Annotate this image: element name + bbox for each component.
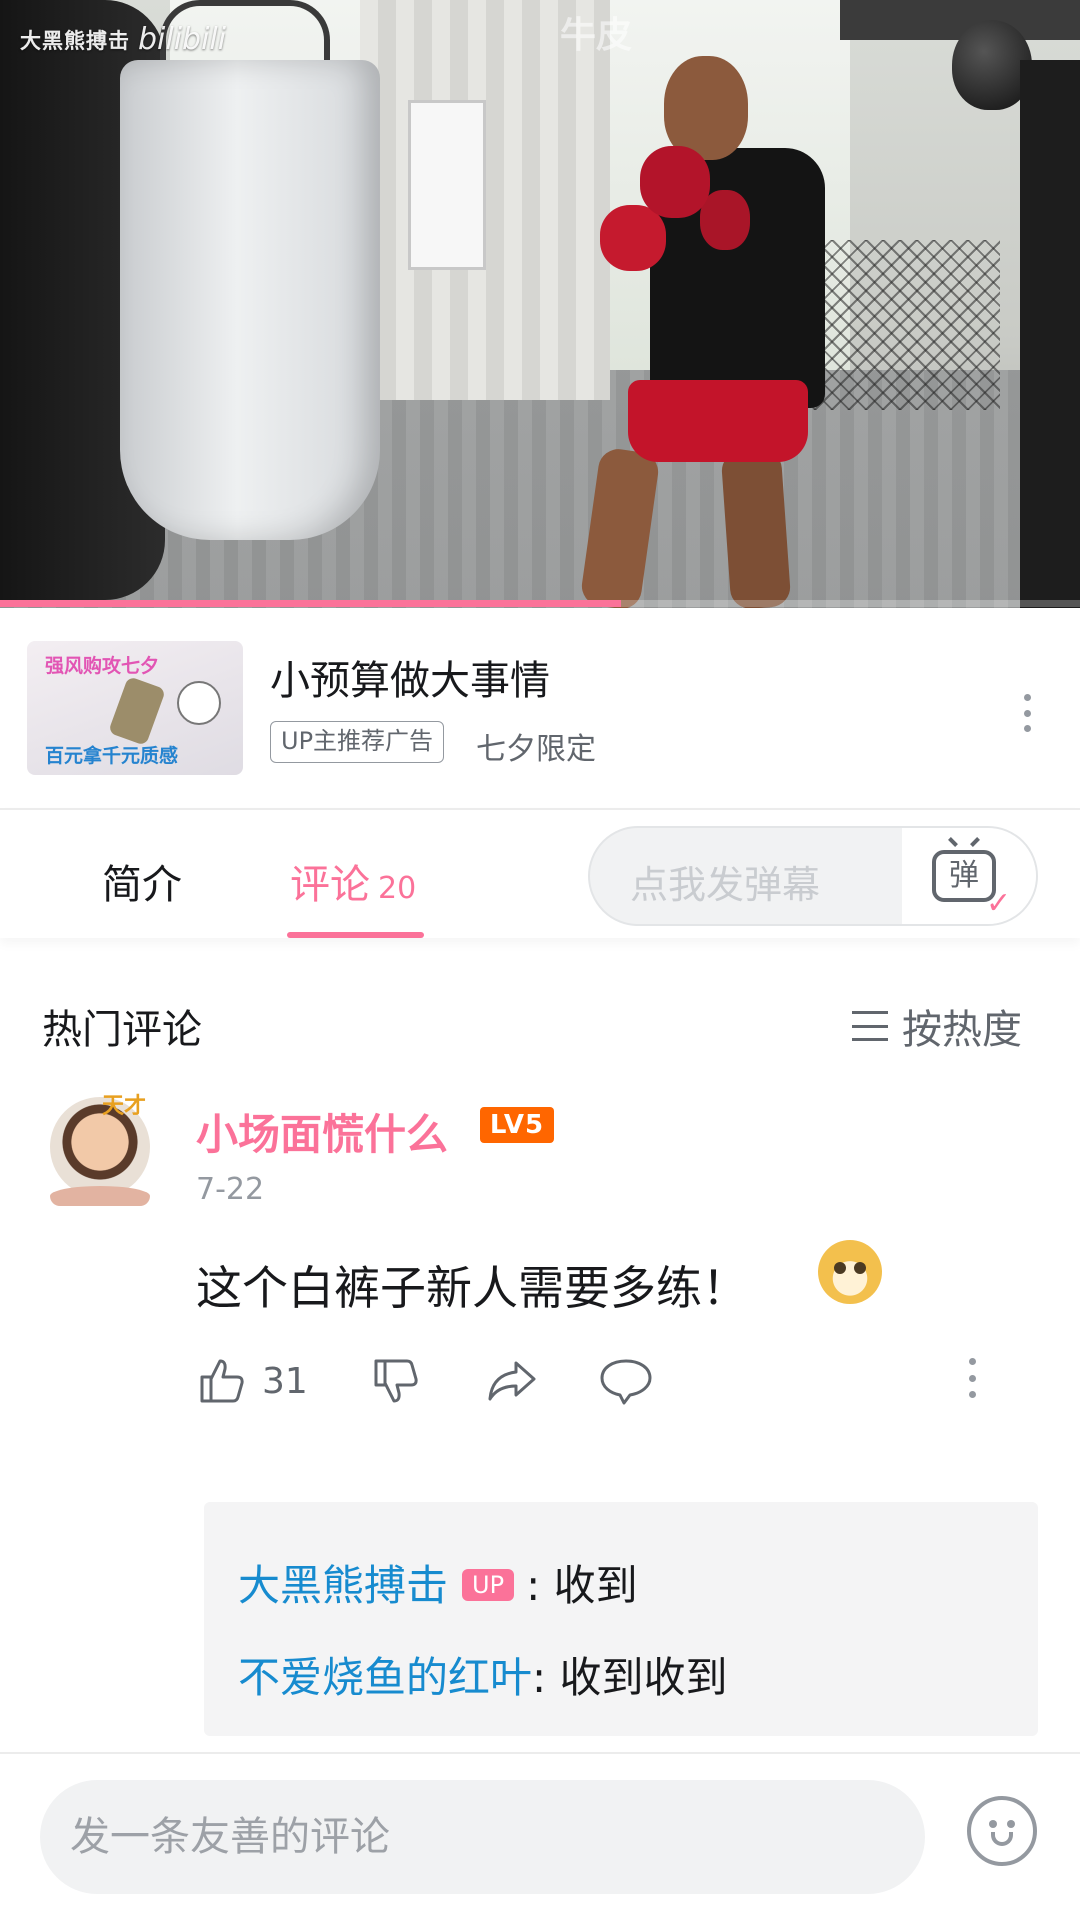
reply-text: : 收到收到 (532, 1653, 728, 1702)
reply-item[interactable]: 不爱烧鱼的红叶: 收到收到 (238, 1644, 728, 1705)
level-badge: LV5 (480, 1107, 554, 1143)
video-fighter-leg-right (720, 448, 792, 608)
like-button[interactable]: 31 (196, 1353, 308, 1409)
share-button[interactable] (484, 1353, 540, 1409)
share-icon (488, 1361, 536, 1401)
danmaku-toggle-button[interactable]: 弹 ✓ (902, 828, 1036, 924)
danmaku-placeholder: 点我发弹幕 (630, 863, 821, 907)
thumbs-up-icon (200, 1359, 244, 1403)
comment-date: 7-22 (196, 1172, 265, 1207)
reply-text: : 收到 (526, 1561, 638, 1610)
bilibili-logo: bilibili (138, 22, 227, 57)
reply-button[interactable] (598, 1353, 654, 1409)
tab-comments[interactable]: 评论 20 (290, 852, 416, 910)
video-heavy-bag (120, 60, 380, 540)
sort-label: 按热度 (902, 1007, 1022, 1053)
more-vertical-icon[interactable] (1012, 688, 1042, 738)
video-pillar (1020, 60, 1080, 608)
doge-emoji-icon (818, 1240, 882, 1304)
tab-active-indicator (287, 932, 424, 938)
ad-thumb-product (107, 675, 167, 747)
watermark-channel: 大黑熊搏击 (20, 28, 130, 53)
tab-comments-label: 评论 (290, 862, 370, 908)
video-whiteboard (408, 100, 486, 270)
ad-thumb-top-text: 强风购攻七夕 (45, 655, 160, 677)
video-fighter-shorts (628, 380, 808, 462)
video-fence (800, 240, 1000, 410)
ad-card[interactable]: 强风购攻七夕 百元拿千元质感 小预算做大事情 UP主推荐广告 七夕限定 (0, 608, 1080, 808)
thumbs-down-icon (374, 1359, 418, 1403)
comment-actions: 31 (196, 1353, 1016, 1409)
emoji-icon[interactable] (967, 1796, 1037, 1866)
sort-button[interactable]: 按热度 (852, 997, 1022, 1055)
reply-preview-box[interactable]: 大黑熊搏击 UP : 收到 不爱烧鱼的红叶: 收到收到 (204, 1502, 1038, 1736)
danmaku-overlay-text: 牛皮 (560, 15, 633, 56)
video-fighter-glove (600, 205, 666, 271)
avatar-pendant (50, 1186, 150, 1206)
comment-username[interactable]: 小场面慌什么 (196, 1101, 448, 1162)
video-progress-fill (0, 600, 621, 607)
comment-input[interactable] (40, 1780, 925, 1894)
menu-icon (852, 1011, 888, 1041)
video-fighter-glove (700, 190, 750, 250)
comment-bubble-icon (600, 1359, 652, 1405)
ad-subtitle: 七夕限定 (476, 732, 596, 767)
ad-tag-badge: UP主推荐广告 (270, 721, 445, 763)
video-speedbag-board (840, 0, 1080, 40)
more-vertical-icon[interactable] (958, 1354, 986, 1402)
video-fighter-glove (640, 146, 710, 218)
video-watermark: 大黑熊搏击 bilibili (20, 22, 226, 57)
dislike-button[interactable] (370, 1353, 422, 1409)
tab-intro[interactable]: 简介 (102, 852, 182, 910)
avatar-badge: 天才 (102, 1094, 147, 1119)
comment-input-bar (0, 1752, 1080, 1920)
ad-title[interactable]: 小预算做大事情 (270, 648, 550, 706)
video-fighter-head (664, 56, 748, 160)
hot-comments-title: 热门评论 (42, 1007, 202, 1053)
reply-username[interactable]: 不爱烧鱼的红叶 (238, 1653, 532, 1702)
video-player[interactable]: 大黑熊搏击 bilibili 牛皮 (0, 0, 1080, 608)
tab-comments-count: 20 (378, 871, 417, 906)
ad-thumb-cat-icon (177, 681, 221, 725)
reply-username[interactable]: 大黑熊搏击 (238, 1561, 448, 1610)
ad-thumbnail[interactable]: 强风购攻七夕 百元拿千元质感 (27, 641, 243, 775)
comment-text: 这个白裤子新人需要多练！ (196, 1261, 748, 1315)
ad-thumb-bottom-text: 百元拿千元质感 (45, 745, 179, 767)
reply-item[interactable]: 大黑熊搏击 UP : 收到 (238, 1552, 638, 1613)
danmaku-input[interactable]: 点我发弹幕 弹 ✓ (588, 826, 1038, 926)
like-count: 31 (262, 1360, 308, 1402)
up-badge: UP (462, 1568, 515, 1601)
check-icon: ✓ (986, 886, 1012, 921)
tab-bar: 简介 评论 20 点我发弹幕 弹 ✓ (0, 808, 1080, 938)
